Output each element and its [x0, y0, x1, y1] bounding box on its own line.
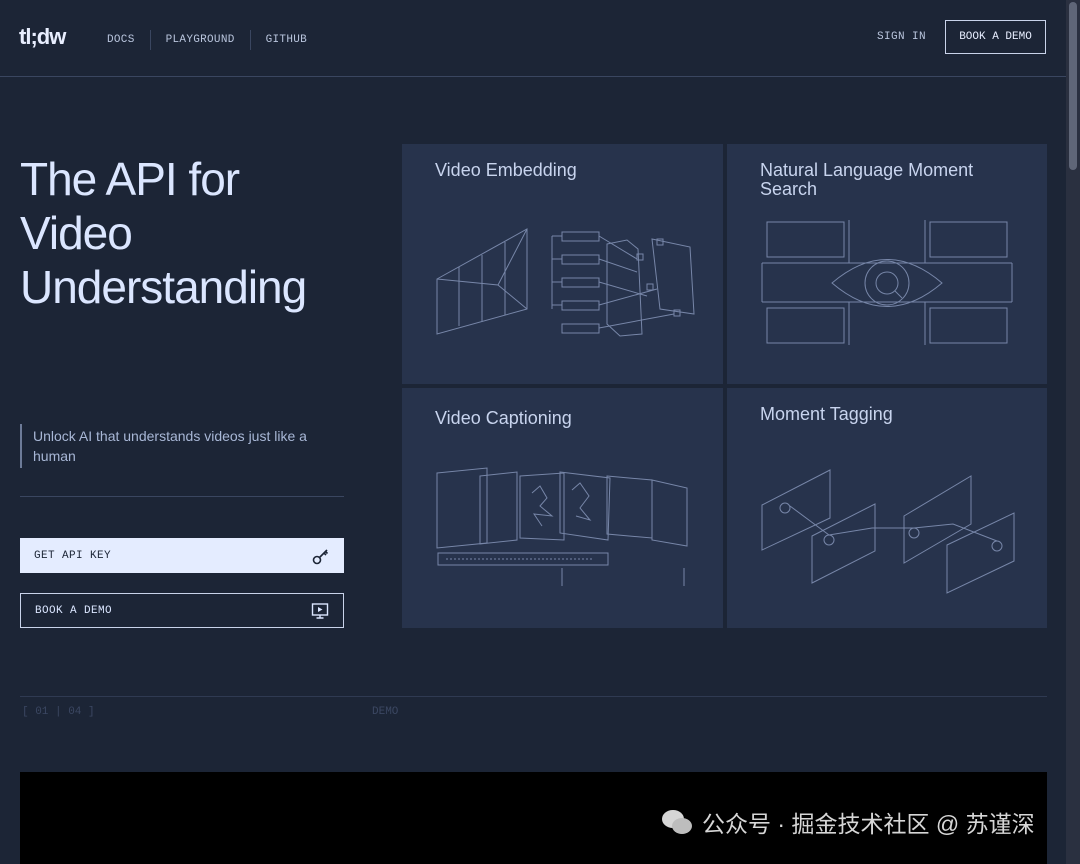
page-scrollbar[interactable] [1066, 0, 1080, 864]
nav-github[interactable]: GITHUB [251, 34, 322, 46]
book-demo-header-button[interactable]: BOOK A DEMO [945, 20, 1046, 54]
watermark-text: 公众号 · 掘金技术社区 @ 苏谨深 [702, 811, 1035, 837]
card-title-embedding: Video Embedding [435, 160, 577, 180]
sign-in-link[interactable]: SIGN IN [877, 31, 926, 43]
hero-title-line-3: Understanding [20, 261, 307, 313]
get-api-key-button[interactable]: GET API KEY [20, 538, 344, 573]
hero-title: The API for Video Understanding [20, 152, 360, 314]
main-nav: DOCS PLAYGROUND GITHUB [92, 30, 322, 50]
get-api-key-label: GET API KEY [34, 549, 112, 562]
nav-docs[interactable]: DOCS [92, 34, 150, 46]
watermark: 公众号 · 掘金技术社区 @ 苏谨深 [660, 805, 1035, 839]
video-embedding-illustration [436, 228, 695, 337]
video-embedding-card[interactable]: Video Embedding [402, 144, 723, 384]
hero-title-line-2: Video [20, 207, 133, 259]
wechat-icon [662, 810, 692, 834]
scrollbar-thumb[interactable] [1069, 2, 1077, 170]
hero-subtitle: Unlock AI that understands videos just l… [20, 424, 353, 468]
magnifier-icon [875, 271, 899, 295]
book-demo-label: BOOK A DEMO [35, 604, 113, 617]
video-captioning-card[interactable]: Video Captioning [402, 388, 723, 628]
card-title-captioning: Video Captioning [435, 408, 572, 428]
site-header: tl;dw DOCS PLAYGROUND GITHUB SIGN IN BOO… [0, 0, 1066, 77]
hero-divider [20, 496, 344, 497]
card-title-search: Natural Language Moment Search [760, 160, 974, 199]
demo-section-label: DEMO [372, 706, 399, 718]
card-title-tagging: Moment Tagging [760, 404, 893, 424]
moment-tagging-illustration [761, 469, 1015, 594]
hero-title-line-1: The API for [20, 153, 240, 205]
moment-search-card[interactable]: Natural Language Moment Search [727, 144, 1047, 384]
key-icon [312, 548, 329, 564]
logo[interactable]: tl;dw [19, 24, 66, 50]
book-demo-button[interactable]: BOOK A DEMO [20, 593, 344, 628]
nav-playground[interactable]: PLAYGROUND [151, 34, 250, 46]
screen-play-icon [311, 602, 329, 619]
moment-tagging-card[interactable]: Moment Tagging [727, 388, 1047, 628]
section-divider [20, 696, 1047, 697]
slide-counter: [ 01 | 04 ] [22, 706, 95, 718]
